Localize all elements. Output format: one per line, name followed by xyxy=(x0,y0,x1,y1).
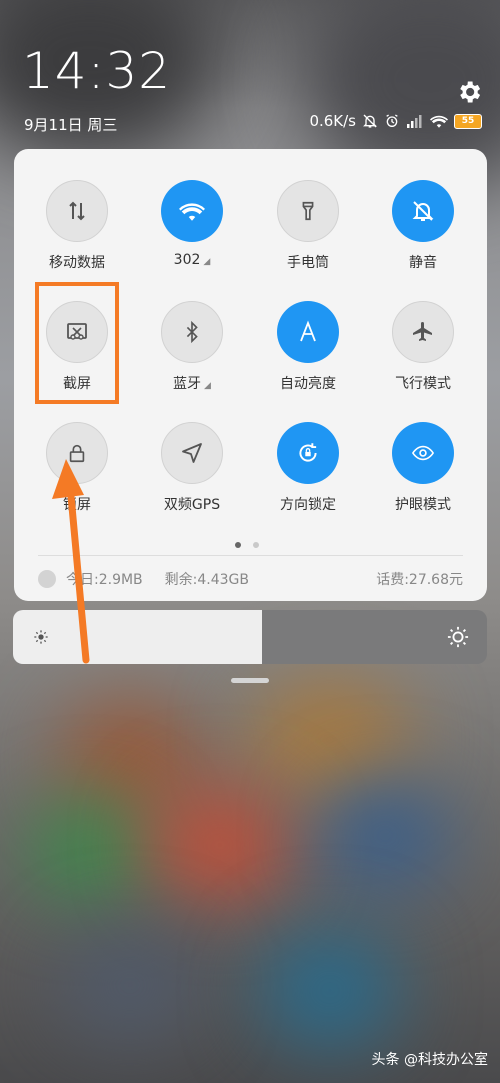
mute-bell-status-icon xyxy=(363,114,377,128)
data-remaining: 剩余:4.43GB xyxy=(164,572,250,588)
drag-handle[interactable] xyxy=(231,678,269,683)
tile-gps[interactable]: 双频GPS xyxy=(137,422,247,532)
settings-gear-icon[interactable] xyxy=(455,78,483,106)
mobile-data-button[interactable] xyxy=(46,180,108,242)
tile-label: 方向锁定 xyxy=(280,497,336,513)
tile-label: 自动亮度 xyxy=(280,376,336,392)
tile-label: 护眼模式 xyxy=(395,497,451,513)
eye-icon xyxy=(411,445,435,461)
auto-brightness-button[interactable] xyxy=(277,301,339,363)
brightness-high-icon xyxy=(447,626,469,648)
watermark: 头条 @科技办公室 xyxy=(371,1052,488,1068)
phone-balance: 话费:27.68元 xyxy=(376,572,463,588)
date-label: 9月11日 周三 xyxy=(24,116,118,134)
tile-label: 302 xyxy=(173,252,201,268)
tile-mobile-data[interactable]: 移动数据 xyxy=(22,180,132,290)
battery-indicator: 55 xyxy=(454,113,482,129)
status-bar-right: 0.6K/s 55 xyxy=(309,112,482,130)
network-speed: 0.6K/s xyxy=(309,112,356,130)
flashlight-icon xyxy=(302,201,314,221)
wifi-status-icon xyxy=(430,115,448,128)
highlight-box xyxy=(35,282,119,404)
rotation-lock-icon xyxy=(299,443,317,462)
rotation-lock-button[interactable] xyxy=(277,422,339,484)
bluetooth-icon xyxy=(186,320,198,344)
tile-eye-care[interactable]: 护眼模式 xyxy=(368,422,478,532)
page-dot-active xyxy=(235,542,241,548)
tile-wifi[interactable]: 302 ◢ xyxy=(137,180,247,290)
page-indicator xyxy=(235,542,259,548)
expand-icon[interactable]: ◢ xyxy=(203,257,210,267)
brightness-low-icon xyxy=(34,630,48,644)
tile-airplane[interactable]: 飞行模式 xyxy=(368,301,478,411)
mute-bell-icon xyxy=(412,201,434,221)
airplane-button[interactable] xyxy=(392,301,454,363)
tile-label: 双频GPS xyxy=(163,497,221,513)
gps-icon xyxy=(182,443,202,463)
tile-label: 蓝牙 xyxy=(173,376,202,392)
mobile-data-icon xyxy=(69,201,85,221)
tile-label: 飞行模式 xyxy=(395,376,451,392)
mute-button[interactable] xyxy=(392,180,454,242)
tile-label: 手电筒 xyxy=(287,255,329,271)
tile-flashlight[interactable]: 手电筒 xyxy=(253,180,363,290)
tile-mute[interactable]: 静音 xyxy=(368,180,478,290)
gps-button[interactable] xyxy=(161,422,223,484)
alarm-icon xyxy=(386,114,398,127)
signal-icon xyxy=(407,115,422,128)
clock-time: 14:32 xyxy=(22,42,172,100)
tile-label: 静音 xyxy=(409,255,437,271)
eye-care-button[interactable] xyxy=(392,422,454,484)
page-dot xyxy=(253,542,259,548)
wifi-button[interactable] xyxy=(161,180,223,242)
auto-brightness-icon xyxy=(300,320,316,342)
tile-label: 移动数据 xyxy=(49,255,105,271)
tile-bluetooth[interactable]: 蓝牙 ◢ xyxy=(137,301,247,411)
tile-auto-brightness[interactable]: 自动亮度 xyxy=(253,301,363,411)
bluetooth-button[interactable] xyxy=(161,301,223,363)
wifi-icon xyxy=(179,203,205,221)
flashlight-button[interactable] xyxy=(277,180,339,242)
orange-arrow-annotation xyxy=(52,459,90,664)
airplane-icon xyxy=(413,322,432,341)
tile-rotation-lock[interactable]: 方向锁定 xyxy=(253,422,363,532)
expand-icon[interactable]: ◢ xyxy=(204,381,211,391)
